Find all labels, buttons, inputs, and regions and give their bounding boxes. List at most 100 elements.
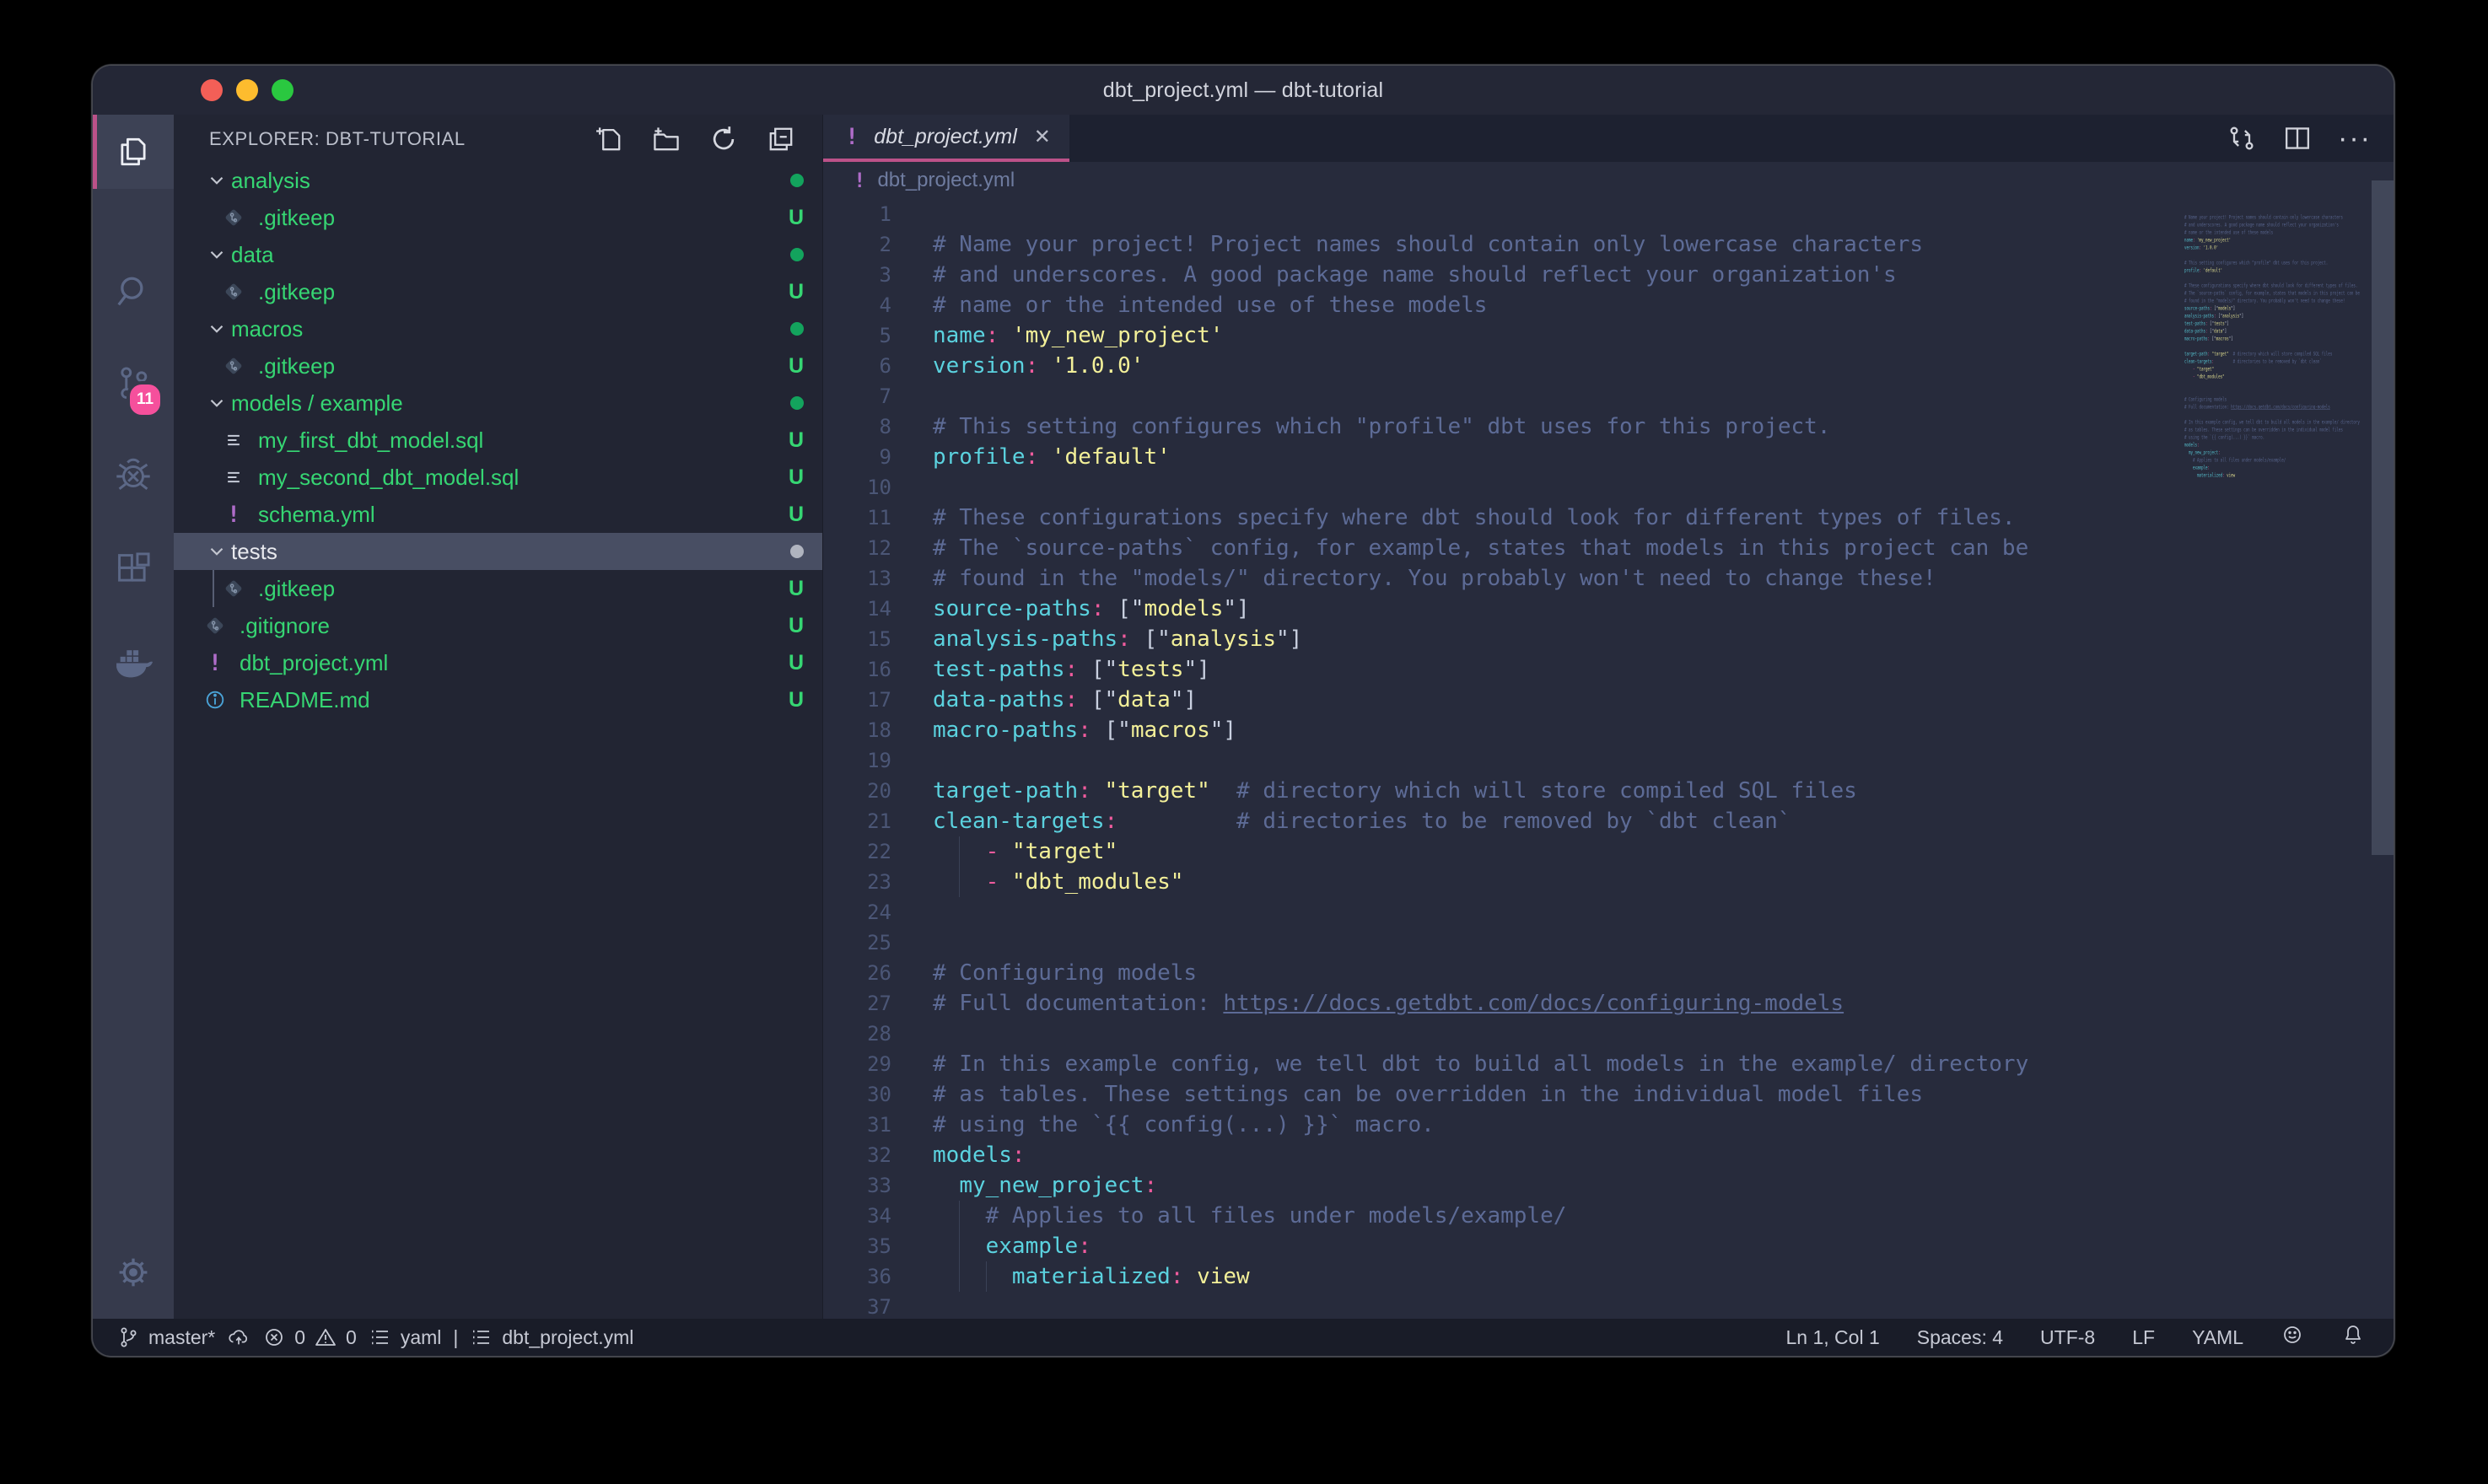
line-number: 32 [823,1140,891,1170]
tree-folder-models-example[interactable]: models / example [174,384,822,422]
tree-file--gitkeep[interactable]: .gitkeepU [174,570,822,607]
tree-file-my-second-dbt-model-sql[interactable]: my_second_dbt_model.sqlU [174,459,822,496]
line-number: 6 [823,351,891,381]
activity-explorer[interactable] [93,115,174,189]
git-status-badge: U [789,651,804,675]
tab-label: dbt_project.yml [874,125,1017,149]
split-editor-icon[interactable] [2282,123,2313,153]
line-number: 22 [823,836,891,867]
code-line-23: 23 - "dbt_modules" [823,867,2394,897]
branch-indicator[interactable]: master* [116,1325,215,1349]
close-tab-icon[interactable]: ✕ [1034,125,1051,149]
breadcrumb[interactable]: ! dbt_project.yml [823,162,2394,199]
tree-file--gitkeep[interactable]: .gitkeepU [174,199,822,236]
activity-search[interactable] [93,245,174,337]
indentation-setting[interactable]: Spaces: 4 [1917,1326,2003,1349]
tab-dbt-project-yml[interactable]: ! dbt_project.yml ✕ [823,115,1069,162]
tree-item-label: .gitkeep [258,205,335,231]
chevron-down-icon [206,244,231,266]
line-number: 3 [823,260,891,290]
problems-indicator[interactable]: 0 0 [262,1325,357,1349]
yaml-warning-icon: ! [227,502,240,528]
notifications-bell-icon[interactable] [2341,1323,2365,1352]
new-folder-icon[interactable] [650,123,682,155]
chevron-down-icon [206,318,231,340]
git-status-badge: U [789,503,804,527]
minimap[interactable]: # Name your project! Project names shoul… [2184,206,2372,796]
chevron-down-icon [206,392,231,414]
tree-file-readme-md[interactable]: README.mdU [174,681,822,718]
tree-file-my-first-dbt-model-sql[interactable]: my_first_dbt_model.sqlU [174,422,822,459]
line-number: 18 [823,715,891,745]
line-number: 4 [823,290,891,320]
tree-item-label: schema.yml [258,502,375,528]
yaml-language-status[interactable]: yaml [369,1325,442,1349]
git-branch-icon [116,1325,140,1349]
zoom-window-button[interactable] [272,79,293,101]
chevron-down-icon [206,169,228,191]
code-line-29: 29# In this example config, we tell dbt … [823,1049,2394,1079]
explorer-actions [593,123,822,155]
eol-setting[interactable]: LF [2132,1326,2155,1349]
yaml-warning-icon: ! [208,650,222,676]
code-line-30: 30# as tables. These settings can be ove… [823,1079,2394,1110]
explorer-sidebar: EXPLORER: DBT-TUTORIAL [174,115,823,1319]
line-number: 33 [823,1170,891,1201]
tree-file-dbt-project-yml[interactable]: !dbt_project.ymlU [174,644,822,681]
editor-group: ! dbt_project.yml ✕ ··· [823,115,2394,1319]
tree-file--gitkeep[interactable]: .gitkeepU [174,273,822,310]
activity-source-control[interactable]: 11 [93,337,174,430]
git-status-badge: U [789,428,804,453]
activity-debug[interactable] [93,430,174,523]
tree-item-label: macros [231,316,303,342]
tab-bar: ! dbt_project.yml ✕ ··· [823,115,2394,162]
code-line-14: 14source-paths: ["models"] [823,594,2394,624]
tree-folder-data[interactable]: data [174,236,822,273]
list-icon [369,1325,392,1349]
minimize-window-button[interactable] [236,79,258,101]
explorer-header: EXPLORER: DBT-TUTORIAL [174,115,822,164]
code-line-2: 2# Name your project! Project names shou… [823,229,2394,260]
git-status-badge: U [789,465,804,490]
tree-folder-tests[interactable]: tests [174,533,822,570]
scrollbar-thumb[interactable] [2372,180,2394,855]
code-line-1: 1 [823,199,2394,229]
tree-file--gitkeep[interactable]: .gitkeepU [174,347,822,384]
refresh-icon[interactable] [708,123,740,155]
activity-docker[interactable] [93,616,174,708]
yaml-warning-icon: ! [854,169,865,192]
open-changes-icon[interactable] [2227,123,2257,153]
code-line-9: 9profile: 'default' [823,442,2394,472]
git-status-badge: U [789,614,804,638]
sync-indicator[interactable] [227,1325,250,1349]
code-line-26: 26# Configuring models [823,958,2394,988]
activity-settings[interactable] [93,1226,174,1319]
cursor-position[interactable]: Ln 1, Col 1 [1786,1326,1880,1349]
git-status-badge: U [789,577,804,601]
tree-file--gitignore[interactable]: .gitignoreU [174,607,822,644]
language-mode[interactable]: YAML [2192,1326,2243,1349]
close-window-button[interactable] [201,79,223,101]
chevron-down-icon [206,244,228,266]
git-status-badge: U [789,280,804,304]
activity-extensions[interactable] [93,523,174,616]
line-number: 20 [823,776,891,806]
file-status-item[interactable]: dbt_project.yml [470,1325,633,1349]
yaml-warning-icon: ! [845,124,859,150]
encoding-setting[interactable]: UTF-8 [2040,1326,2095,1349]
tree-folder-macros[interactable]: macros [174,310,822,347]
gear-icon [114,1253,153,1292]
new-file-icon[interactable] [593,123,625,155]
more-actions-icon[interactable]: ··· [2338,130,2372,147]
collapse-all-icon[interactable] [765,123,797,155]
feedback-smiley-icon[interactable] [2281,1323,2304,1352]
tree-file-schema-yml[interactable]: ! schema.yml U [174,496,822,533]
line-number: 24 [823,897,891,928]
code-line-32: 32models: [823,1140,2394,1170]
code-line-16: 16test-paths: ["tests"] [823,654,2394,685]
code-line-5: 5name: 'my_new_project' [823,320,2394,351]
line-number: 8 [823,411,891,442]
tree-folder-analysis[interactable]: analysis [174,162,822,199]
tree-item-label: data [231,242,274,268]
code-editor[interactable]: 12# Name your project! Project names sho… [823,199,2394,1319]
